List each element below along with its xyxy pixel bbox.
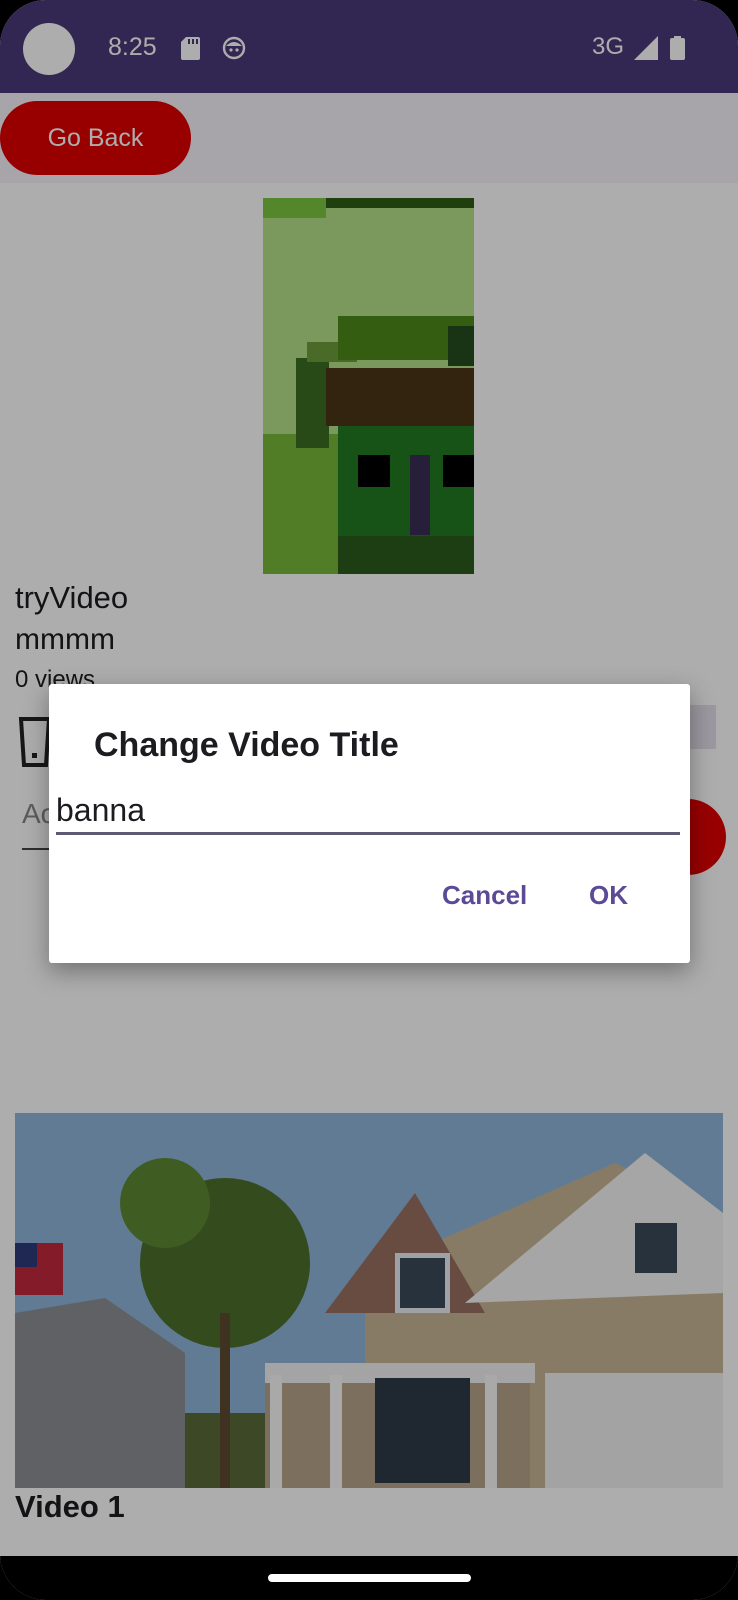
ok-button[interactable]: OK [589,880,628,911]
change-title-dialog: Change Video Title Cancel OK [49,684,690,963]
home-gesture-handle[interactable] [268,1574,471,1582]
device-screen: 8:25 3G Go Back tryVideo mmmm 0 views Ac… [0,0,738,1600]
cancel-button[interactable]: Cancel [442,880,527,911]
dialog-title: Change Video Title [94,726,399,764]
title-input[interactable] [56,788,680,835]
